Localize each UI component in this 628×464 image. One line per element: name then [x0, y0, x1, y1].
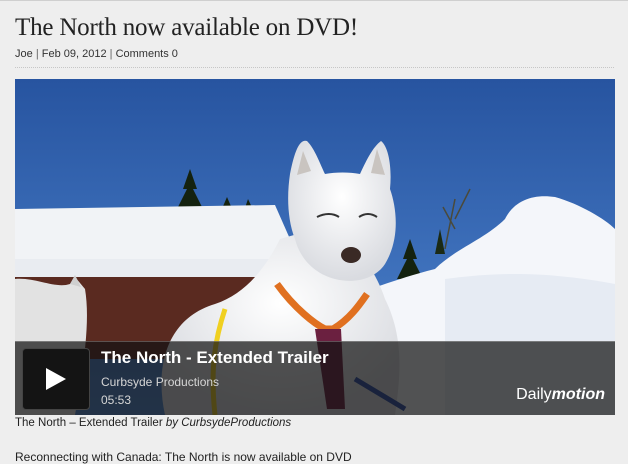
author-link[interactable]: Joe	[15, 48, 33, 60]
post-meta: Joe | Feb 09, 2012 | Comments 0	[15, 48, 178, 60]
brand-suffix: motion	[551, 386, 605, 403]
post-body-first-line: Reconnecting with Canada: The North is n…	[15, 450, 352, 464]
meta-separator: |	[35, 48, 39, 60]
post-date: Feb 09, 2012	[41, 48, 107, 60]
caption-text: The North – Extended Trailer	[15, 417, 163, 429]
dailymotion-logo[interactable]: Dailymotion	[516, 386, 605, 404]
video-player[interactable]: The North - Extended Trailer Curbsyde Pr…	[15, 79, 615, 415]
top-border	[0, 0, 628, 1]
divider	[15, 67, 614, 68]
post-title[interactable]: The North now available on DVD!	[15, 14, 358, 42]
comments-link[interactable]: Comments 0	[116, 48, 178, 60]
video-duration: 05:53	[101, 393, 132, 407]
play-icon	[46, 368, 66, 390]
video-info-bar: The North - Extended Trailer Curbsyde Pr…	[15, 341, 615, 415]
caption-credit: by CurbsydeProductions	[165, 417, 292, 429]
video-caption: The North – Extended Trailer by Curbsyde…	[15, 417, 291, 429]
meta-separator: |	[109, 48, 113, 60]
play-button[interactable]	[22, 348, 90, 410]
video-title[interactable]: The North - Extended Trailer	[101, 348, 329, 368]
video-channel[interactable]: Curbsyde Productions	[101, 375, 219, 389]
brand-prefix: Daily	[516, 386, 552, 403]
